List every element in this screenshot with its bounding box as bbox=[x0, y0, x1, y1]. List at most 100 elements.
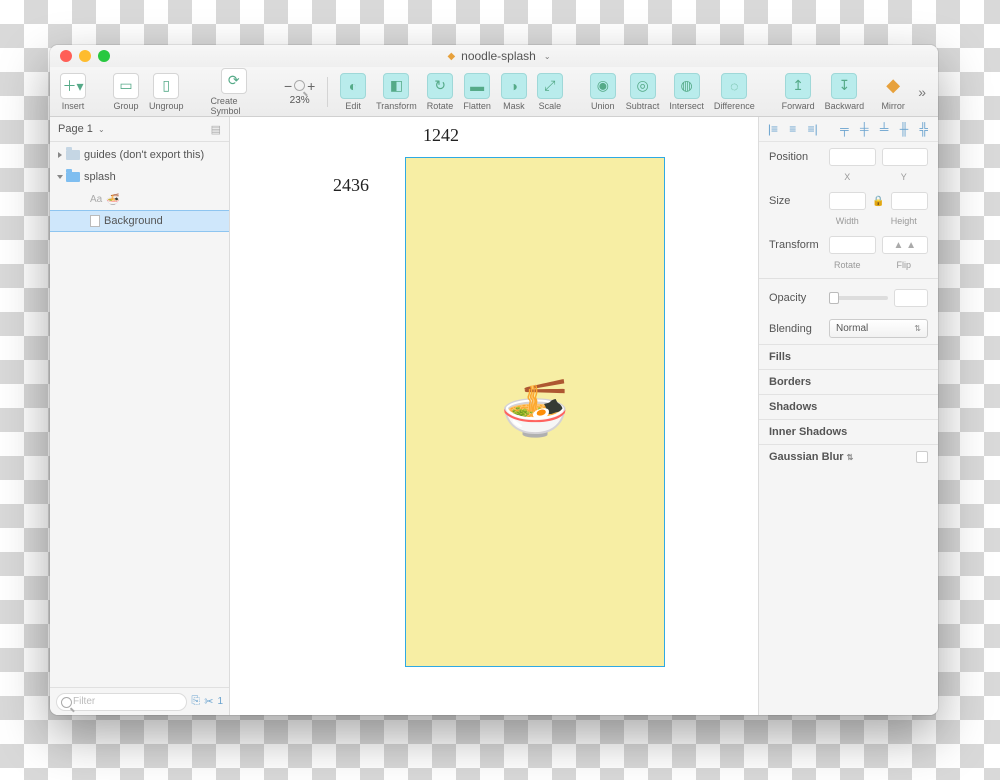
toolbar: ＋▾ Insert ▭Group ▯Ungroup ⟳Create Symbol… bbox=[50, 67, 938, 117]
align-center-h-icon[interactable]: ≡ bbox=[786, 122, 800, 136]
blending-row: Blending Normal ⇅ bbox=[759, 313, 938, 344]
ungroup-button[interactable]: ▯Ungroup bbox=[147, 73, 186, 111]
gaussian-blur-section[interactable]: Gaussian Blur ⇅ bbox=[759, 444, 938, 469]
mirror-button[interactable]: ◆Mirror bbox=[878, 73, 908, 111]
flatten-button[interactable]: ▬Flatten bbox=[461, 73, 493, 111]
insert-button[interactable]: ＋▾ Insert bbox=[58, 73, 88, 111]
inspector-panel: |≡ ≡ ≡| ╤ ╪ ╧ ╫ ╬ Position XY Size 🔒 bbox=[758, 117, 938, 715]
opacity-label: Opacity bbox=[769, 292, 823, 304]
alignment-controls: |≡ ≡ ≡| ╤ ╪ ╧ ╫ ╬ bbox=[759, 117, 938, 142]
layers-panel: Page 1 ⌄ ▤ guides (don't export this) sp… bbox=[50, 117, 230, 715]
canvas[interactable]: 1242 2436 🍜 bbox=[230, 117, 758, 715]
chevron-down-icon: ⌄ bbox=[544, 52, 551, 61]
align-left-icon[interactable]: |≡ bbox=[766, 122, 780, 136]
align-top-icon[interactable]: ╤ bbox=[837, 122, 851, 136]
close-window-button[interactable] bbox=[60, 50, 72, 62]
page-selector[interactable]: Page 1 ⌄ ▤ bbox=[50, 117, 229, 142]
layer-item-noodle-text[interactable]: Aa 🍜 bbox=[50, 188, 229, 210]
height-dimension-label: 2436 bbox=[333, 175, 369, 196]
disclosure-triangle-icon[interactable] bbox=[58, 152, 62, 158]
backward-button[interactable]: ↧Backward bbox=[823, 73, 867, 111]
mirror-icon: ◆ bbox=[880, 73, 906, 99]
flip-buttons[interactable]: ▲ ▲ bbox=[882, 236, 929, 254]
backward-icon: ↧ bbox=[831, 73, 857, 99]
layer-item-guides[interactable]: guides (don't export this) bbox=[50, 144, 229, 166]
opacity-field[interactable] bbox=[894, 289, 928, 307]
zoom-out-icon[interactable]: − bbox=[284, 78, 292, 94]
align-right-icon[interactable]: ≡| bbox=[806, 122, 820, 136]
scale-button[interactable]: ⤢Scale bbox=[535, 73, 565, 111]
shadows-section[interactable]: Shadows bbox=[759, 394, 938, 419]
distribute-h-icon[interactable]: ╫ bbox=[897, 122, 911, 136]
group-button[interactable]: ▭Group bbox=[111, 73, 141, 111]
text-layer-icon: Aa bbox=[90, 194, 102, 205]
subtract-button[interactable]: ◎Subtract bbox=[624, 73, 662, 111]
zoom-in-icon[interactable]: + bbox=[307, 78, 315, 94]
layer-item-background[interactable]: Background bbox=[50, 210, 229, 232]
document-title[interactable]: ◆ noodle-splash ⌄ bbox=[117, 49, 881, 63]
app-window: ◆ noodle-splash ⌄ ＋▾ Insert ▭Group ▯Ungr… bbox=[50, 45, 938, 715]
transform-button[interactable]: ◧Transform bbox=[374, 73, 419, 111]
forward-button[interactable]: ↥Forward bbox=[780, 73, 817, 111]
width-dimension-label: 1242 bbox=[423, 125, 459, 146]
disclosure-triangle-icon[interactable] bbox=[57, 175, 63, 179]
borders-section[interactable]: Borders bbox=[759, 369, 938, 394]
inner-shadows-section[interactable]: Inner Shadows bbox=[759, 419, 938, 444]
rotate-icon: ↻ bbox=[427, 73, 453, 99]
align-center-v-icon[interactable]: ╪ bbox=[857, 122, 871, 136]
sidebar-footer: Filter ⎘ ✂ 1 bbox=[50, 687, 229, 715]
rotate-field[interactable] bbox=[829, 236, 876, 254]
zoom-control[interactable]: − + 23% bbox=[282, 78, 317, 106]
toolbar-overflow-button[interactable]: » bbox=[914, 84, 930, 100]
noodle-emoji-layer[interactable]: 🍜 bbox=[500, 376, 570, 442]
layer-item-splash[interactable]: splash bbox=[50, 166, 229, 188]
size-width-field[interactable] bbox=[829, 192, 866, 210]
size-height-field[interactable] bbox=[891, 192, 928, 210]
layer-label: 🍜 bbox=[106, 193, 120, 206]
transform-row: Transform ▲ ▲ bbox=[759, 230, 938, 260]
lock-aspect-icon[interactable]: 🔒 bbox=[872, 196, 884, 207]
blur-checkbox[interactable] bbox=[916, 451, 928, 463]
blending-label: Blending bbox=[769, 323, 823, 335]
zoom-window-button[interactable] bbox=[98, 50, 110, 62]
minimize-window-button[interactable] bbox=[79, 50, 91, 62]
rectangle-layer-icon bbox=[90, 215, 100, 227]
slice-icon[interactable]: ✂ bbox=[204, 695, 213, 708]
folder-icon bbox=[66, 150, 80, 160]
opacity-row: Opacity bbox=[759, 283, 938, 313]
artboard-list-icon[interactable]: ▤ bbox=[211, 123, 221, 136]
pages-icon[interactable]: ⎘ bbox=[191, 695, 200, 708]
plus-icon: ＋▾ bbox=[60, 73, 86, 99]
symbol-icon: ⟳ bbox=[221, 68, 247, 94]
position-row: Position bbox=[759, 142, 938, 172]
layers-list: guides (don't export this) splash Aa 🍜 B… bbox=[50, 142, 229, 687]
transform-icon: ◧ bbox=[383, 73, 409, 99]
distribute-v-icon[interactable]: ╬ bbox=[917, 122, 931, 136]
edit-button[interactable]: ◐Edit bbox=[338, 73, 368, 111]
ungroup-icon: ▯ bbox=[153, 73, 179, 99]
align-bottom-icon[interactable]: ╧ bbox=[877, 122, 891, 136]
mask-button[interactable]: ◑Mask bbox=[499, 73, 529, 111]
transform-label: Transform bbox=[769, 239, 823, 251]
union-button[interactable]: ◉Union bbox=[588, 73, 618, 111]
magnifier-icon bbox=[294, 80, 305, 91]
position-x-field[interactable] bbox=[829, 148, 876, 166]
filter-input[interactable]: Filter bbox=[56, 693, 187, 711]
group-icon: ▭ bbox=[113, 73, 139, 99]
intersect-button[interactable]: ◍Intersect bbox=[667, 73, 706, 111]
size-label: Size bbox=[769, 195, 823, 207]
position-label: Position bbox=[769, 151, 823, 163]
layer-label: guides (don't export this) bbox=[84, 149, 204, 161]
artboard-splash[interactable]: 🍜 bbox=[405, 157, 665, 667]
select-arrows-icon: ⇅ bbox=[914, 324, 921, 333]
blending-select[interactable]: Normal ⇅ bbox=[829, 319, 928, 338]
fills-section[interactable]: Fills bbox=[759, 344, 938, 369]
create-symbol-button[interactable]: ⟳Create Symbol bbox=[208, 68, 259, 116]
folder-icon bbox=[66, 172, 80, 182]
difference-button[interactable]: ◌Difference bbox=[712, 73, 757, 111]
rotate-button[interactable]: ↻Rotate bbox=[425, 73, 456, 111]
position-y-field[interactable] bbox=[882, 148, 929, 166]
subtract-icon: ◎ bbox=[630, 73, 656, 99]
opacity-slider[interactable] bbox=[829, 296, 888, 300]
size-row: Size 🔒 bbox=[759, 186, 938, 216]
